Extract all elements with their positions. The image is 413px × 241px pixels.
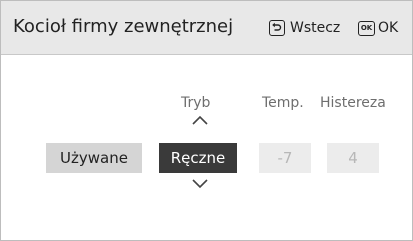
hysteresis-value[interactable]: 4	[327, 143, 379, 173]
temp-value[interactable]: -7	[259, 143, 311, 173]
back-arrow-icon	[269, 20, 285, 36]
used-button[interactable]: Używane	[46, 143, 142, 173]
back-button[interactable]: Wstecz	[269, 18, 340, 38]
ok-key-icon: OK	[358, 20, 375, 36]
back-label: Wstecz	[290, 20, 341, 36]
mode-selector[interactable]: Ręczne	[159, 143, 237, 173]
ok-button[interactable]: OK OK	[358, 18, 398, 38]
temp-column-label: Temp.	[262, 95, 304, 111]
ok-label: OK	[378, 20, 399, 36]
hysteresis-column-label: Histereza	[320, 95, 386, 111]
chevron-up-icon[interactable]	[191, 115, 209, 126]
dialog-window: Kocioł firmy zewnętrznej Wstecz OK OK Tr…	[0, 0, 413, 241]
header-bar: Kocioł firmy zewnętrznej Wstecz OK OK	[1, 1, 412, 55]
page-title: Kocioł firmy zewnętrznej	[13, 16, 234, 37]
chevron-down-icon[interactable]	[191, 178, 209, 189]
mode-column-label: Tryb	[181, 95, 211, 111]
